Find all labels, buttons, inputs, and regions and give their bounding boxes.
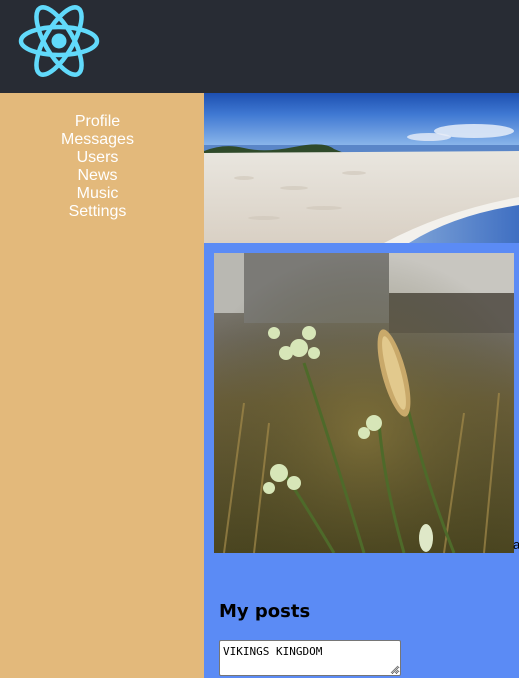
nav-item-profile[interactable]: Profile (0, 113, 195, 131)
banner-beach-image (204, 93, 519, 243)
sidebar-nav: Profile Messages Users News Music Settin… (0, 93, 204, 678)
nav-list: Profile Messages Users News Music Settin… (0, 113, 195, 221)
post-textarea[interactable]: VIKINGS KINGDOM (219, 640, 401, 676)
nav-item-settings[interactable]: Settings (0, 203, 195, 221)
react-logo-icon[interactable] (18, 3, 100, 79)
nav-item-users[interactable]: Users (0, 149, 195, 167)
nav-item-messages[interactable]: Messages (0, 131, 195, 149)
nav-item-music[interactable]: Music (0, 185, 195, 203)
posts-title: My posts (219, 601, 311, 622)
nav-item-news[interactable]: News (0, 167, 195, 185)
profile-content: a My posts VIKINGS KINGDOM (204, 93, 519, 678)
profile-avatar-image (214, 253, 514, 553)
avatar-alt-text: a (513, 537, 519, 552)
app-header (0, 0, 519, 93)
